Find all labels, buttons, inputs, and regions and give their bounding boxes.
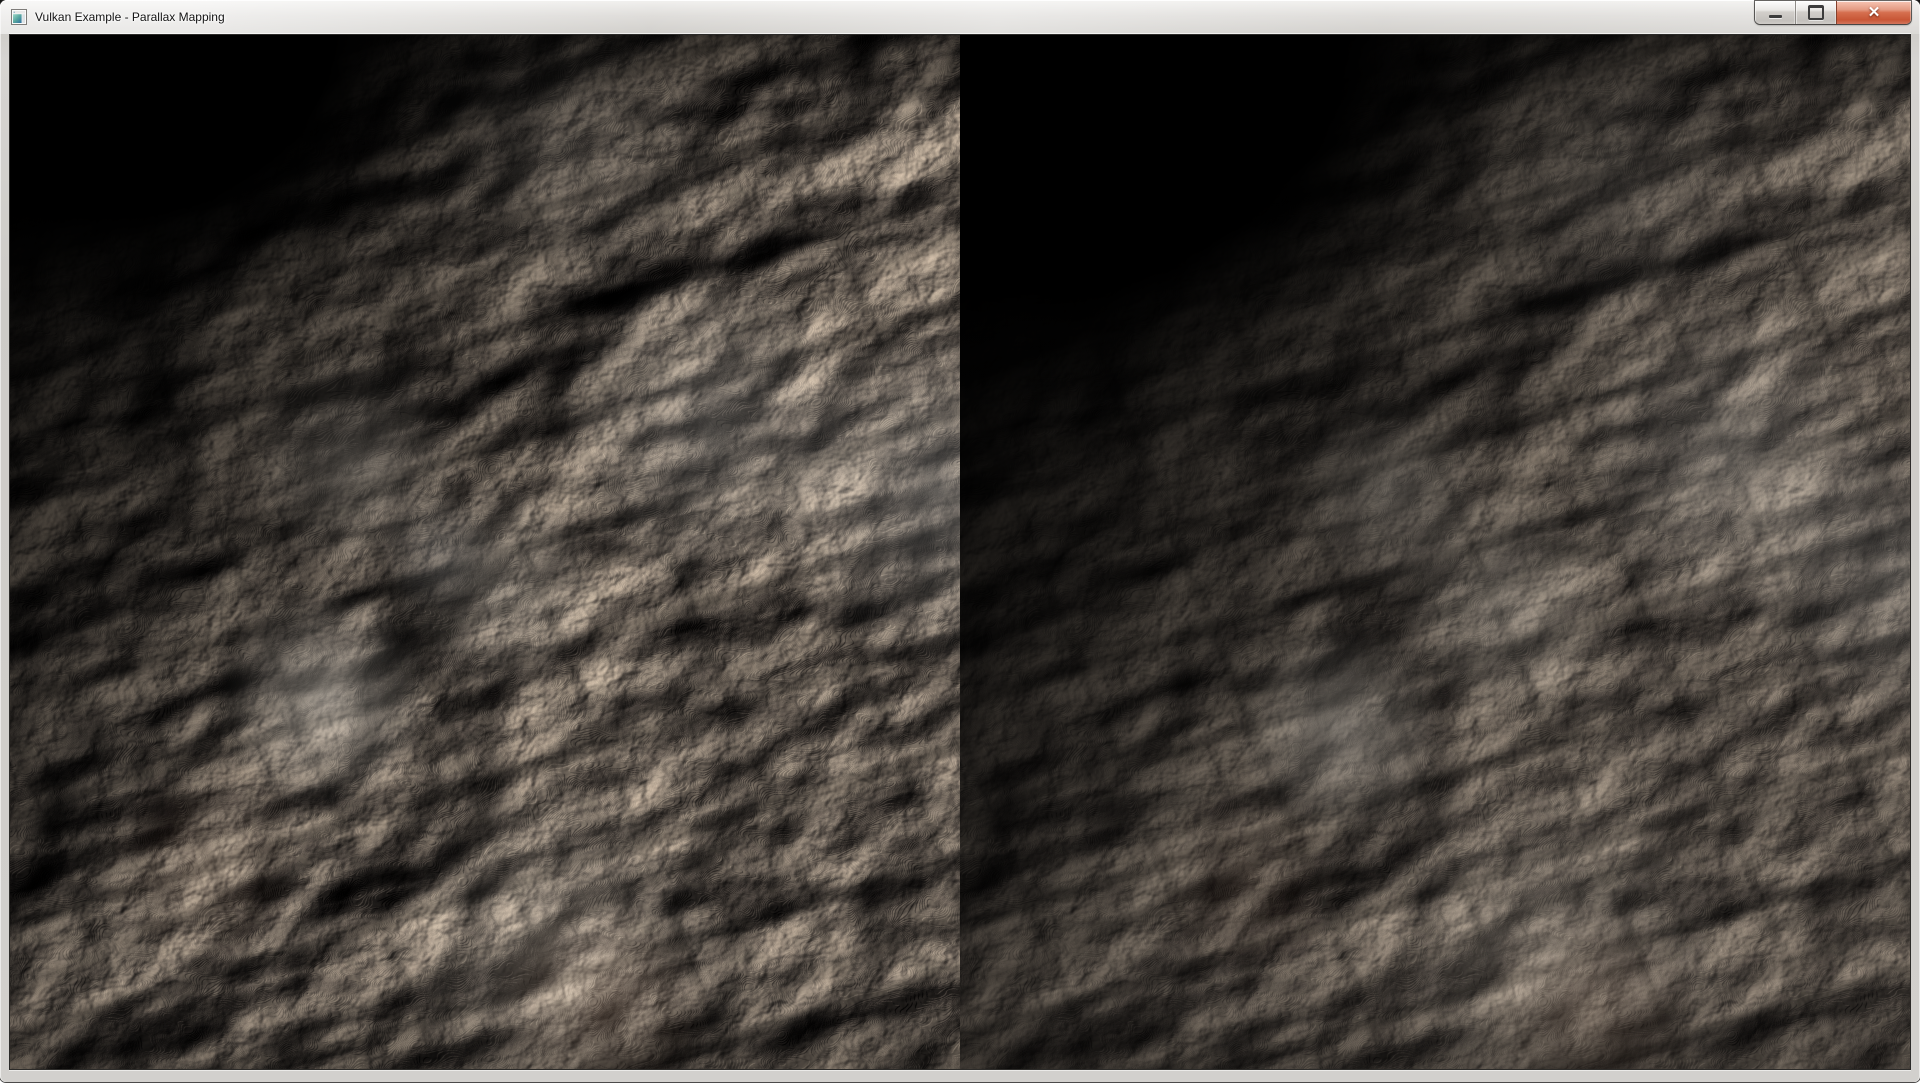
stone-wall-texture-right (960, 35, 1910, 1069)
stone-wall-texture-left (10, 35, 960, 1069)
app-icon (11, 9, 27, 25)
app-window: Vulkan Example - Parallax Mapping ✕ (0, 0, 1920, 1082)
window-title: Vulkan Example - Parallax Mapping (35, 10, 225, 24)
close-button[interactable]: ✕ (1836, 1, 1911, 24)
close-icon: ✕ (1868, 5, 1881, 20)
render-viewport[interactable] (9, 34, 1911, 1070)
titlebar[interactable]: Vulkan Example - Parallax Mapping ✕ (0, 0, 1920, 34)
window-controls: ✕ (1755, 1, 1911, 24)
app-icon-glyph (11, 9, 27, 25)
render-view-right (960, 35, 1910, 1069)
maximize-icon (1808, 5, 1824, 20)
render-view-left (10, 35, 960, 1069)
minimize-icon (1769, 15, 1782, 18)
maximize-button[interactable] (1795, 1, 1836, 24)
minimize-button[interactable] (1755, 1, 1795, 24)
